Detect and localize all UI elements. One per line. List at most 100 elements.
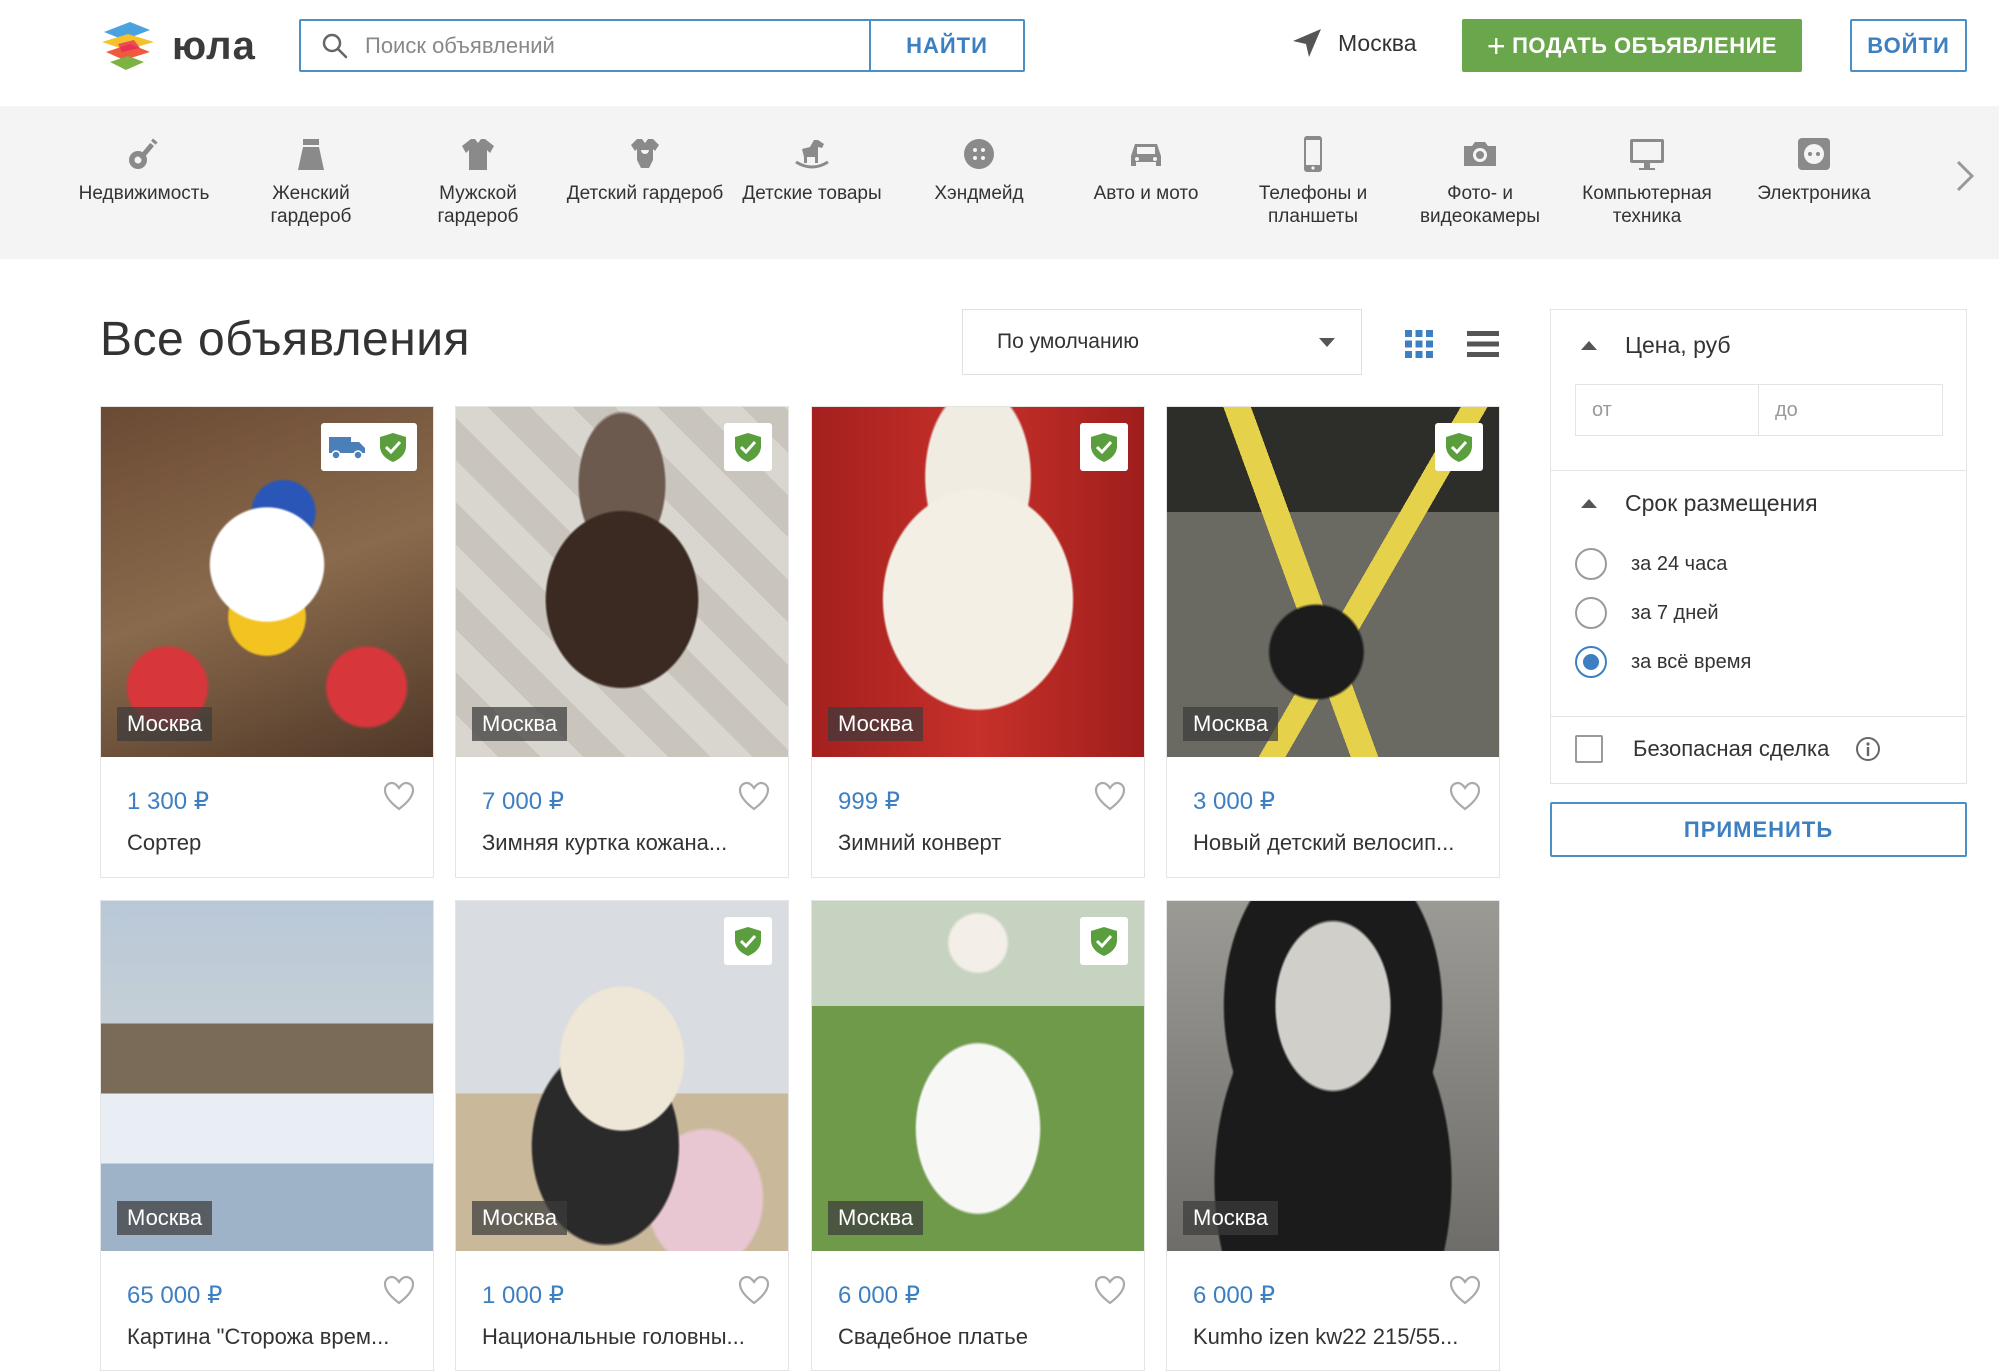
chevron-right-icon[interactable] — [1950, 156, 1980, 196]
shirt-icon — [462, 139, 494, 170]
category-label: Женский гардероб — [270, 183, 352, 227]
button-icon — [964, 139, 994, 169]
info-icon[interactable] — [1855, 736, 1881, 762]
listing-title: Свадебное платье — [838, 1324, 1028, 1349]
category-handmade[interactable]: Хэндмейд — [899, 134, 1059, 205]
listing-price: 7 000 ₽ — [482, 788, 564, 815]
category-cameras[interactable]: Фото- и видеокамеры — [1400, 134, 1560, 228]
rocking-horse-icon — [795, 140, 829, 169]
category-label: Авто и мото — [1093, 183, 1199, 204]
price-filter-header[interactable]: Цена, руб — [1581, 332, 1731, 359]
listing-image: Москва — [812, 901, 1144, 1251]
category-phones[interactable]: Телефоны и планшеты — [1233, 134, 1393, 228]
listing-city: Москва — [828, 707, 924, 741]
verified-shield-icon — [1446, 433, 1472, 462]
listing-card[interactable]: Москва 7 000 ₽ Зимняя куртка кожана... — [455, 406, 789, 878]
listing-price: 6 000 ₽ — [838, 1282, 920, 1309]
list-view-icon[interactable] — [1467, 331, 1499, 357]
period-filter-header[interactable]: Срок размещения — [1581, 490, 1818, 517]
listing-city: Москва — [472, 707, 568, 741]
radio-label: за 7 дней — [1631, 601, 1719, 624]
collapse-triangle-icon — [1581, 341, 1597, 350]
verified-shield-icon — [1091, 433, 1117, 462]
search-button[interactable]: НАЙТИ — [869, 21, 1023, 70]
category-label: Недвижимость — [78, 183, 210, 204]
search-field — [301, 21, 869, 70]
skirt-icon — [298, 139, 324, 170]
key-icon — [129, 138, 158, 169]
favorite-heart-icon[interactable] — [1094, 781, 1126, 811]
favorite-heart-icon[interactable] — [1094, 1275, 1126, 1305]
listing-city: Москва — [117, 1201, 213, 1235]
listing-card[interactable]: Москва 999 ₽ Зимний конверт — [811, 406, 1145, 878]
favorite-heart-icon[interactable] — [738, 1275, 770, 1305]
listing-image: Москва — [1167, 901, 1499, 1251]
login-button[interactable]: ВОЙТИ — [1850, 19, 1967, 72]
listing-card[interactable]: Москва 6 000 ₽ Свадебное платье — [811, 900, 1145, 1371]
listing-badges — [1435, 423, 1483, 471]
listing-price: 65 000 ₽ — [127, 1282, 223, 1309]
category-real-estate[interactable]: Недвижимость — [64, 134, 224, 205]
listing-image: Москва — [101, 407, 433, 757]
post-ad-label: ПОДАТЬ ОБЪЯВЛЕНИЕ — [1512, 32, 1778, 58]
post-ad-button[interactable]: + ПОДАТЬ ОБЪЯВЛЕНИЕ — [1462, 19, 1802, 72]
listing-card[interactable]: Москва 1 000 ₽ Национальные головны... — [455, 900, 789, 1371]
listing-card[interactable]: Москва 65 000 ₽ Картина "Сторожа врем... — [100, 900, 434, 1371]
grid-view-icon[interactable] — [1405, 330, 1433, 358]
safe-deal-checkbox[interactable]: Безопасная сделка — [1575, 735, 1881, 763]
listing-title: Картина "Сторожа врем... — [127, 1324, 390, 1349]
category-auto-moto[interactable]: Авто и мото — [1066, 134, 1226, 205]
listing-badges — [724, 423, 772, 471]
category-electronics[interactable]: Электроника — [1734, 134, 1894, 205]
category-label: Компьютерная техника — [1582, 183, 1712, 227]
category-label: Хэндмейд — [934, 183, 1024, 204]
listing-image: Москва — [812, 407, 1144, 757]
favorite-heart-icon[interactable] — [383, 1275, 415, 1305]
location-arrow-icon — [1293, 29, 1321, 57]
location-selector[interactable]: Москва — [1290, 26, 1417, 60]
period-filter-title: Срок размещения — [1625, 490, 1818, 516]
favorite-heart-icon[interactable] — [738, 781, 770, 811]
radio-button — [1575, 548, 1607, 580]
listing-image: Москва — [456, 901, 788, 1251]
socket-icon — [1798, 138, 1830, 170]
listing-price: 3 000 ₽ — [1193, 788, 1275, 815]
listing-card[interactable]: Москва 3 000 ₽ Новый детский велосип... — [1166, 406, 1500, 878]
sort-value: По умолчанию — [997, 330, 1140, 353]
header: юла НАЙТИ Москва + ПОДАТЬ ОБЪЯВЛЕНИЕ ВОЙ… — [0, 0, 1999, 106]
sort-select[interactable]: По умолчанию — [962, 309, 1362, 375]
period-option-24h[interactable]: за 24 часа — [1575, 548, 1727, 580]
period-option-all[interactable]: за всё время — [1575, 646, 1751, 678]
listing-city: Москва — [828, 1201, 924, 1235]
checkbox-box — [1575, 735, 1603, 763]
price-from-input[interactable] — [1576, 385, 1759, 435]
plus-icon: + — [1486, 27, 1507, 64]
favorite-heart-icon[interactable] — [1449, 781, 1481, 811]
logo-mark-icon — [100, 18, 156, 74]
category-kids-goods[interactable]: Детские товары — [732, 134, 892, 205]
listing-title: Новый детский велосип... — [1193, 830, 1455, 855]
listing-card[interactable]: Москва 6 000 ₽ Kumho izen kw22 215/55... — [1166, 900, 1500, 1371]
apply-filters-button[interactable]: ПРИМЕНИТЬ — [1550, 802, 1967, 857]
category-label: Фото- и видеокамеры — [1419, 183, 1541, 227]
listing-image: Москва — [1167, 407, 1499, 757]
search-input[interactable] — [365, 32, 845, 59]
listing-price: 999 ₽ — [838, 788, 900, 815]
favorite-heart-icon[interactable] — [1449, 1275, 1481, 1305]
listing-card[interactable]: Москва 1 300 ₽ Сортер — [100, 406, 434, 878]
category-computers[interactable]: Компьютерная техника — [1567, 134, 1727, 228]
divider — [1551, 716, 1966, 717]
category-women-clothing[interactable]: Женский гардероб — [231, 134, 391, 228]
price-to-input[interactable] — [1759, 385, 1942, 435]
category-kids-clothing[interactable]: Детский гардероб — [565, 134, 725, 205]
logo[interactable]: юла — [100, 18, 256, 74]
period-option-7d[interactable]: за 7 дней — [1575, 597, 1719, 629]
radio-button — [1575, 597, 1607, 629]
listing-image: Москва — [456, 407, 788, 757]
radio-label: за 24 часа — [1631, 552, 1728, 575]
filters-panel: Цена, руб Срок размещения за 24 часа за … — [1550, 309, 1967, 784]
chevron-down-icon — [1319, 338, 1335, 347]
favorite-heart-icon[interactable] — [383, 781, 415, 811]
category-men-clothing[interactable]: Мужской гардероб — [398, 134, 558, 228]
divider — [1551, 470, 1966, 471]
